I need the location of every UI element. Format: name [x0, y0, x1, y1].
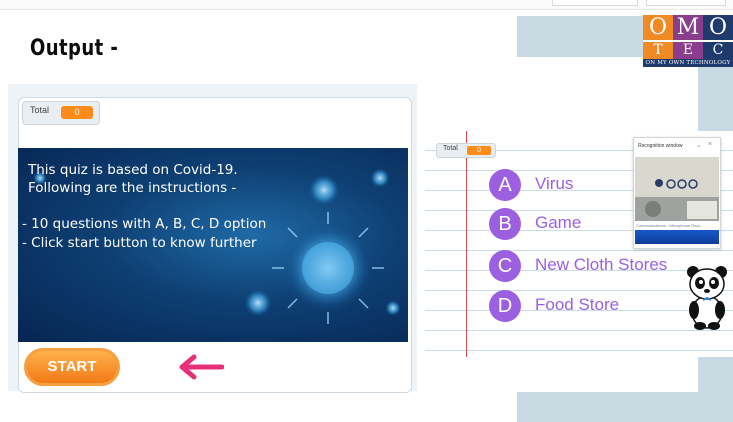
- monitor-value: 0: [61, 106, 93, 119]
- monitor-value: 0: [467, 146, 491, 155]
- recognition-window-title: Recognition window: [638, 143, 683, 149]
- decor-block: [517, 392, 733, 422]
- banner-line: This quiz is based on Covid-19.: [28, 162, 238, 178]
- logo-letter: E: [673, 42, 703, 59]
- panda-icon: [687, 266, 727, 330]
- audio-waveform: [635, 230, 719, 244]
- logo-letter: O: [703, 15, 733, 40]
- total-monitor: Total 0: [22, 101, 100, 125]
- option-letter: C: [489, 250, 521, 282]
- notebook-margin-line: [466, 131, 467, 357]
- logo-letter: O: [643, 15, 673, 40]
- banner-line: Following are the instructions -: [28, 180, 237, 196]
- logo-letter: C: [703, 42, 733, 59]
- chevron-down-icon[interactable]: ⌄: [696, 141, 702, 149]
- banner-line: - 10 questions with A, B, C, D option: [22, 216, 267, 232]
- logo-tagline: On My Own Technology: [643, 59, 733, 67]
- camera-feed: [635, 157, 719, 221]
- monitor-label: Total: [30, 105, 50, 115]
- option-label: Food Store: [535, 295, 620, 314]
- total-monitor: Total 0: [436, 143, 496, 158]
- option-letter: B: [489, 208, 521, 240]
- output-heading: Output -: [30, 36, 119, 61]
- camera-preview: [635, 157, 719, 221]
- omotec-logo: O M O T E C On My Own Technology: [643, 15, 733, 67]
- option-letter: A: [489, 169, 521, 201]
- recognition-status: Communications - Microphone Real...: [636, 223, 703, 228]
- logo-letter: M: [673, 15, 703, 40]
- option-label: Game: [535, 213, 582, 232]
- option-letter: D: [489, 290, 521, 322]
- logo-letter: T: [643, 42, 673, 59]
- top-bar-button[interactable]: [552, 0, 638, 6]
- banner-line: - Click start button to know further: [22, 235, 257, 251]
- top-bar-button[interactable]: [646, 0, 726, 6]
- covid-banner: This quiz is based on Covid-19. Followin…: [18, 148, 408, 342]
- option-label: Virus: [535, 174, 574, 193]
- monitor-label: Total: [443, 145, 458, 152]
- close-icon[interactable]: ×: [708, 141, 712, 148]
- left-arrow-icon: [179, 354, 224, 380]
- recognition-window: Recognition window ⌄ × Communications - …: [633, 137, 721, 249]
- decor-block: [517, 16, 643, 57]
- start-button[interactable]: START: [24, 348, 120, 386]
- option-label: New Cloth Stores: [535, 255, 668, 274]
